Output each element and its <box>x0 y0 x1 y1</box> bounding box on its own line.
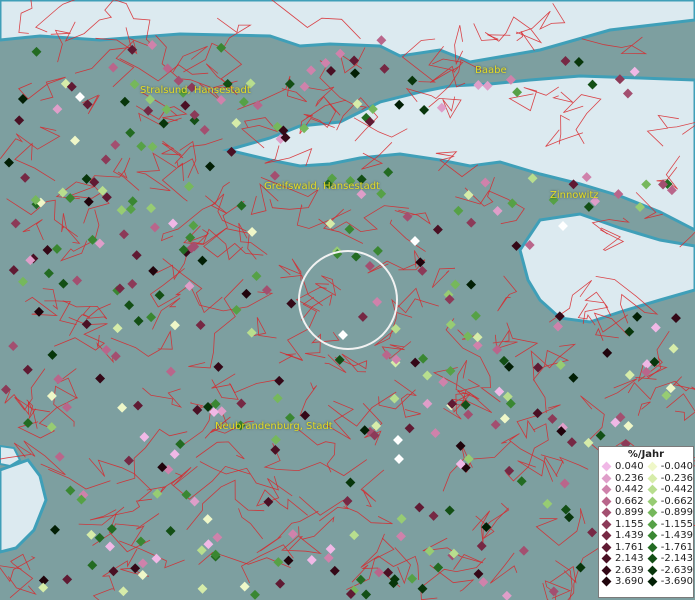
legend-swatch <box>647 565 658 576</box>
legend-row: 2.143 -2.143 <box>599 553 693 565</box>
legend-positive-entry: 0.236 <box>599 473 645 485</box>
legend-rows: 0.040 -0.040 0.236 -0.236 0.442 -0.442 0.662 -0… <box>599 461 693 588</box>
place-label-greifswald: Greifswald, Hansestadt <box>264 181 380 192</box>
legend-label: 0.236 <box>615 472 644 484</box>
place-label-neubrandenburg: Neubrandenburg, Stadt <box>215 421 333 432</box>
legend-row: 2.639 -2.639 <box>599 565 693 577</box>
legend-negative-entry: -2.639 <box>645 565 693 577</box>
legend-label: -1.439 <box>660 530 693 541</box>
legend-row: 1.439 -1.439 <box>599 530 693 542</box>
legend-negative-entry: -0.040 <box>645 461 693 473</box>
legend-swatch <box>647 461 658 472</box>
legend-title: %/Jahr <box>627 449 665 460</box>
place-label-stralsund: Stralsund, Hansestadt <box>140 85 251 96</box>
legend-negative-entry: -0.236 <box>645 473 693 485</box>
legend-swatch <box>647 484 658 495</box>
legend-positive-entry: 0.442 <box>599 484 645 496</box>
legend-row: 0.899 -0.899 <box>599 507 693 519</box>
legend-label: -2.639 <box>660 564 693 576</box>
legend-label: -0.236 <box>660 472 693 484</box>
legend-swatch <box>601 461 612 472</box>
legend-positive-entry: 1.155 <box>599 519 645 531</box>
legend-negative-entry: -2.143 <box>645 553 693 565</box>
legend-positive-entry: 0.899 <box>599 507 645 519</box>
legend-negative-entry: -1.155 <box>645 519 693 531</box>
legend-negative-entry: -0.662 <box>645 496 693 508</box>
legend-positive-entry: 2.143 <box>599 553 645 565</box>
legend-swatch <box>647 553 658 564</box>
legend-row: 0.662 -0.662 <box>599 496 693 508</box>
legend-negative-entry: -0.442 <box>645 484 693 496</box>
legend-label: -1.761 <box>660 541 693 553</box>
legend-label: -0.899 <box>660 507 693 518</box>
legend: %/Jahr 0.040 -0.040 0.236 -0.236 0.442 -0.442… <box>598 446 694 598</box>
legend-label: 3.690 <box>615 576 644 587</box>
legend-label: -0.662 <box>660 495 693 507</box>
legend-label: 2.143 <box>615 553 644 564</box>
legend-label: 2.639 <box>615 564 644 576</box>
legend-label: -1.155 <box>660 518 693 530</box>
legend-swatch <box>601 530 612 541</box>
legend-label: 1.155 <box>615 518 644 530</box>
legend-swatch <box>647 542 658 553</box>
legend-positive-entry: 0.040 <box>599 461 645 473</box>
legend-label: 0.040 <box>615 461 644 472</box>
legend-negative-entry: -1.439 <box>645 530 693 542</box>
legend-swatch <box>601 507 612 518</box>
legend-label: 1.761 <box>615 541 644 553</box>
legend-swatch <box>601 484 612 495</box>
legend-row: 1.155 -1.155 <box>599 519 693 531</box>
legend-row: 0.442 -0.442 <box>599 484 693 496</box>
legend-label: -2.143 <box>660 553 693 564</box>
legend-row: 0.040 -0.040 <box>599 461 693 473</box>
legend-swatch <box>647 530 658 541</box>
legend-negative-entry: -0.899 <box>645 507 693 519</box>
legend-swatch <box>647 576 658 587</box>
legend-swatch <box>647 473 658 484</box>
legend-label: -0.442 <box>660 484 693 495</box>
legend-swatch <box>601 576 612 587</box>
map-base <box>0 0 695 600</box>
place-label-baabe: Baabe <box>475 65 507 76</box>
legend-swatch <box>601 473 612 484</box>
legend-row: 0.236 -0.236 <box>599 473 693 485</box>
legend-positive-entry: 3.690 <box>599 576 645 588</box>
legend-negative-entry: -3.690 <box>645 576 693 588</box>
map-view[interactable]: Stralsund, Hansestadt Baabe Greifswald, … <box>0 0 695 600</box>
legend-positive-entry: 2.639 <box>599 565 645 577</box>
legend-swatch <box>647 519 658 530</box>
legend-row: 3.690 -3.690 <box>599 576 693 588</box>
legend-label: -3.690 <box>660 576 693 587</box>
legend-positive-entry: 1.761 <box>599 542 645 554</box>
legend-swatch <box>647 507 658 518</box>
legend-label: 0.442 <box>615 484 644 495</box>
legend-swatch <box>601 496 612 507</box>
legend-swatch <box>601 553 612 564</box>
legend-swatch <box>601 565 612 576</box>
legend-swatch <box>647 496 658 507</box>
legend-row: 1.761 -1.761 <box>599 542 693 554</box>
place-label-zinnowitz: Zinnowitz <box>550 190 599 201</box>
legend-label: -0.040 <box>660 461 693 472</box>
legend-negative-entry: -1.761 <box>645 542 693 554</box>
legend-positive-entry: 0.662 <box>599 496 645 508</box>
legend-label: 0.662 <box>615 495 644 507</box>
legend-positive-entry: 1.439 <box>599 530 645 542</box>
legend-swatch <box>601 519 612 530</box>
legend-label: 1.439 <box>615 530 644 541</box>
legend-label: 0.899 <box>615 507 644 518</box>
legend-swatch <box>601 542 612 553</box>
